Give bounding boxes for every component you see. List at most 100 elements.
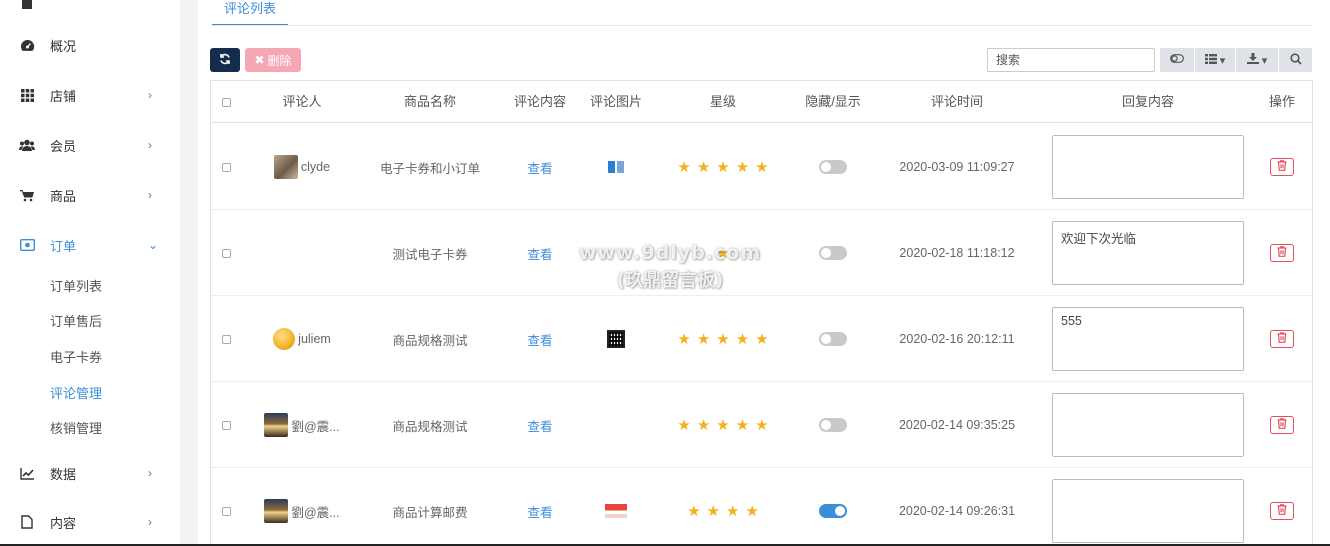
column-header-user[interactable]: 评论人 xyxy=(241,81,363,123)
delete-button-label: 删除 xyxy=(267,53,292,68)
view-content-link[interactable]: 查看 xyxy=(527,416,552,435)
sidebar-subitem-verification[interactable]: 核销管理 xyxy=(50,418,102,437)
comment-image-thumbnail[interactable] xyxy=(608,161,624,173)
actions-cell xyxy=(1251,296,1312,382)
visibility-toggle[interactable] xyxy=(819,332,847,346)
view-content-link[interactable]: 查看 xyxy=(527,158,552,177)
visibility-toggle[interactable] xyxy=(819,246,847,260)
user-name: 劉@震... xyxy=(291,505,340,520)
column-header-visibility[interactable]: 隐藏/显示 xyxy=(797,81,869,123)
reply-textarea[interactable]: 555 xyxy=(1052,307,1244,371)
download-icon xyxy=(1246,53,1259,67)
delete-row-button[interactable] xyxy=(1270,502,1294,520)
view-content-link[interactable]: 查看 xyxy=(527,502,552,521)
search-button[interactable] xyxy=(1279,48,1312,72)
star-icon: ★ xyxy=(755,417,769,434)
comment-image-thumbnail[interactable] xyxy=(605,504,627,518)
sidebar-item-label: 店铺 xyxy=(50,88,77,104)
sidebar-item-orders[interactable]: 订单 ⌄ xyxy=(0,227,180,263)
reply-textarea[interactable]: 欢迎下次光临 xyxy=(1052,221,1244,285)
select-all-checkbox[interactable] xyxy=(221,97,231,107)
search-input[interactable] xyxy=(987,48,1155,72)
column-header-reply[interactable]: 回复内容 xyxy=(1045,81,1251,123)
sidebar-subitem-e-coupon[interactable]: 电子卡券 xyxy=(50,347,102,366)
star-icon: ★ xyxy=(677,417,691,434)
grid-icon xyxy=(19,87,35,103)
select-all-cell xyxy=(211,81,241,123)
star-rating: ★ ★ ★ ★ ★ xyxy=(677,330,768,348)
trash-icon xyxy=(1277,332,1287,346)
delete-row-button[interactable] xyxy=(1270,158,1294,176)
star-icon: ★ xyxy=(735,159,750,176)
chevron-right-icon: › xyxy=(148,88,152,102)
reply-textarea[interactable] xyxy=(1052,393,1244,457)
delete-row-button[interactable] xyxy=(1270,330,1294,348)
view-content-link[interactable]: 查看 xyxy=(527,330,552,349)
sidebar-item-top[interactable] xyxy=(0,0,180,22)
column-header-images[interactable]: 评论图片 xyxy=(583,81,649,123)
star-icon: ★ xyxy=(716,417,730,434)
visibility-toggle[interactable] xyxy=(819,160,847,174)
comment-image-cell xyxy=(583,210,649,296)
delete-button[interactable]: ✖ 删除 xyxy=(245,48,301,72)
export-button[interactable]: ▾ xyxy=(1236,48,1278,72)
sidebar-item-content[interactable]: 内容 › xyxy=(0,504,180,540)
row-select-cell xyxy=(211,296,241,382)
sidebar-subitem-order-list[interactable]: 订单列表 xyxy=(50,276,102,295)
reply-cell xyxy=(1045,468,1251,546)
reply-cell: 欢迎下次光临 xyxy=(1045,210,1251,296)
sidebar-item-data[interactable]: 数据 › xyxy=(0,455,180,491)
star-icon: ★ xyxy=(677,159,691,176)
comment-image-thumbnail[interactable] xyxy=(607,330,625,348)
delete-row-button[interactable] xyxy=(1270,416,1294,434)
star-rating: ★ ★ ★ ★ xyxy=(687,502,759,520)
delete-row-button[interactable] xyxy=(1270,244,1294,262)
sidebar-subitem-comments[interactable]: 评论管理 xyxy=(50,383,102,402)
sidebar-subitem-after-sales[interactable]: 订单售后 xyxy=(50,311,102,330)
comment-time: 2020-02-18 11:18:12 xyxy=(899,246,1015,260)
reply-textarea[interactable] xyxy=(1052,135,1244,199)
actions-cell xyxy=(1251,210,1312,296)
product-name: 测试电子卡券 xyxy=(392,247,468,262)
view-content-link[interactable]: 查看 xyxy=(527,244,552,263)
sidebar-item-overview[interactable]: 概况 xyxy=(0,27,180,63)
chevron-right-icon: › xyxy=(148,515,152,529)
row-checkbox[interactable] xyxy=(221,248,231,258)
row-checkbox[interactable] xyxy=(221,334,231,344)
visibility-toggle[interactable] xyxy=(819,418,847,432)
sidebar-item-label: 内容 xyxy=(50,515,77,531)
visibility-cell xyxy=(797,124,869,210)
toggle-view-button[interactable] xyxy=(1160,48,1194,72)
star-icon: ★ xyxy=(706,503,720,520)
product-name: 商品规格测试 xyxy=(392,419,468,434)
star-icon: ★ xyxy=(696,159,711,176)
column-header-time[interactable]: 评论时间 xyxy=(869,81,1045,123)
row-checkbox[interactable] xyxy=(221,420,231,430)
star-icon: ★ xyxy=(726,503,740,520)
tab-comment-list[interactable]: 评论列表 xyxy=(212,0,289,26)
avatar xyxy=(264,413,289,437)
user-cell xyxy=(241,210,363,296)
sidebar-item-members[interactable]: 会员 › xyxy=(0,127,180,163)
star-icon: ★ xyxy=(755,331,769,348)
sidebar-item-products[interactable]: 商品 › xyxy=(0,177,180,213)
refresh-button[interactable] xyxy=(210,48,240,72)
column-header-rating[interactable]: 星级 xyxy=(649,81,797,123)
star-icon: ★ xyxy=(716,245,730,262)
sidebar-item-store[interactable]: 店铺 › xyxy=(0,77,180,113)
star-icon: ★ xyxy=(687,503,701,520)
row-checkbox[interactable] xyxy=(221,162,231,172)
view-content-cell: 查看 xyxy=(497,382,583,468)
reply-textarea[interactable] xyxy=(1052,479,1244,543)
avatar xyxy=(273,328,296,350)
visibility-toggle[interactable] xyxy=(819,504,847,518)
row-checkbox[interactable] xyxy=(221,506,231,516)
rating-cell: ★ xyxy=(649,210,797,296)
columns-button[interactable]: ▾ xyxy=(1195,48,1235,72)
column-header-product[interactable]: 商品名称 xyxy=(363,81,497,123)
column-header-content[interactable]: 评论内容 xyxy=(497,81,583,123)
chevron-right-icon: › xyxy=(148,466,152,480)
list-icon xyxy=(1204,53,1217,67)
sidebar-item-label: 数据 xyxy=(50,466,77,482)
comment-image-cell xyxy=(583,468,649,546)
